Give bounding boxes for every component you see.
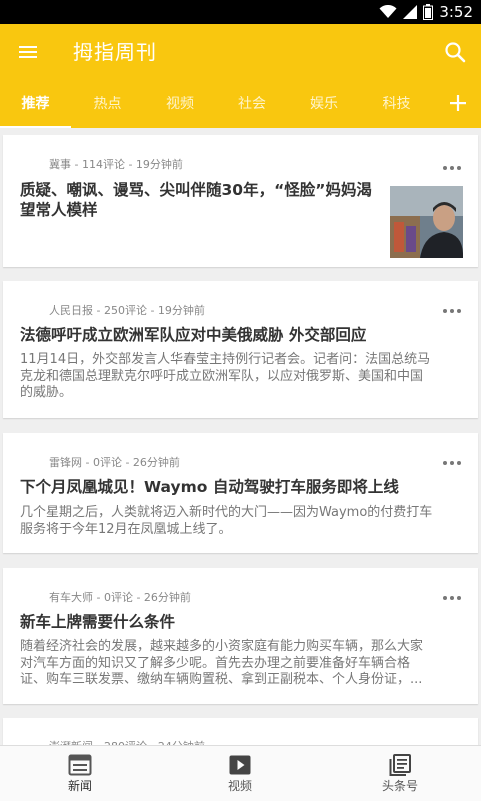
news-card[interactable]: 澎湃新闻 - 280评论 - 24分钟前 (3, 718, 478, 746)
nav-video[interactable]: 视频 (200, 746, 280, 801)
summary-line: 证、购车三联发票、缴纳车辆购置税、拿到正副税本、个人身份证，... (20, 672, 423, 687)
tab-society[interactable]: 社会 (216, 80, 288, 128)
video-play-icon (229, 755, 251, 775)
category-tab-bar: 推荐 热点 视频 社会 娱乐 科技 (0, 80, 481, 128)
news-card[interactable]: 人民日报 - 250评论 - 19分钟前 法德呼吁成立欧洲军队应对中美俄威胁 外… (3, 281, 478, 418)
nav-subscriptions[interactable]: 头条号 (360, 746, 440, 801)
tab-tech[interactable]: 科技 (360, 80, 433, 128)
nav-news[interactable]: 新闻 (40, 746, 120, 801)
summary-line: 的威胁。 (20, 385, 73, 400)
article-title[interactable]: 下个月凤凰城见！Waymo 自动驾驶打车服务即将上线 (20, 477, 399, 497)
add-channel-icon[interactable] (443, 88, 473, 118)
status-time: 3:52 (439, 3, 473, 21)
article-summary: 几个星期之后，人类就将迈入新时代的大门——因为Waymo的付费打车 服务将于今年… (20, 505, 460, 538)
article-title[interactable]: 法德呼吁成立欧洲军队应对中美俄威胁 外交部回应 (20, 325, 366, 345)
article-title-line[interactable]: 望常人模样 (20, 200, 98, 220)
tab-video[interactable]: 视频 (144, 80, 216, 128)
app-title: 拇指周刊 (73, 40, 157, 64)
summary-line: 11月14日，外交部发言人华春莹主持例行记者会。记者问：法国总统马 (20, 352, 431, 367)
news-card[interactable]: 雷锋网 - 0评论 - 26分钟前 下个月凤凰城见！Waymo 自动驾驶打车服务… (3, 433, 478, 553)
search-icon[interactable] (441, 38, 469, 66)
battery-icon (423, 4, 434, 20)
status-icons: 3:52 (379, 3, 473, 21)
summary-line: 对汽车方面的知识又了解多少呢。首先去办理之前要准备好车辆合格 (20, 655, 411, 671)
more-options-icon[interactable] (442, 593, 462, 603)
article-title[interactable]: 新车上牌需要什么条件 (20, 612, 175, 632)
article-summary: 随着经济社会的发展，越来越多的小资家庭有能力购买车辆，那么大家 对汽车方面的知识… (20, 639, 460, 689)
status-bar: 3:52 (0, 0, 481, 24)
article-summary: 11月14日，外交部发言人华春莹主持例行记者会。记者问：法国总统马 克龙和德国总… (20, 352, 460, 402)
summary-line: 克龙和德国总理默克尔呼吁成立欧洲军队，以应对俄罗斯、美国和中国 (20, 368, 424, 384)
nav-label: 新闻 (67, 779, 92, 793)
news-card[interactable]: 冀事 - 114评论 - 19分钟前 质疑、嘲讽、谩骂、尖叫伴随30年，“怪脸”… (3, 135, 478, 267)
nav-label: 头条号 (381, 779, 418, 793)
tab-recommended[interactable]: 推荐 (0, 80, 71, 128)
tab-entertainment[interactable]: 娱乐 (288, 80, 360, 128)
nav-label: 视频 (227, 779, 252, 793)
cell-signal-icon (403, 5, 418, 19)
article-thumbnail[interactable] (390, 186, 463, 258)
summary-line: 服务将于今年12月在凤凰城上线了。 (20, 521, 232, 537)
wifi-icon (379, 5, 397, 18)
article-meta: 人民日报 - 250评论 - 19分钟前 (49, 304, 205, 317)
article-title-line[interactable]: 质疑、嘲讽、谩骂、尖叫伴随30年，“怪脸”妈妈渴 (20, 180, 372, 200)
article-meta: 雷锋网 - 0评论 - 26分钟前 (49, 456, 180, 469)
news-icon (68, 754, 92, 776)
article-meta: 冀事 - 114评论 - 19分钟前 (49, 158, 183, 171)
news-feed[interactable]: 冀事 - 114评论 - 19分钟前 质疑、嘲讽、谩骂、尖叫伴随30年，“怪脸”… (0, 128, 481, 746)
more-options-icon[interactable] (442, 163, 462, 173)
bottom-navigation: 新闻 视频 头条号 (0, 745, 481, 801)
article-meta: 有车大师 - 0评论 - 26分钟前 (49, 591, 191, 604)
summary-line: 随着经济社会的发展，越来越多的小资家庭有能力购买车辆，那么大家 (20, 639, 424, 654)
tab-hot[interactable]: 热点 (71, 80, 144, 128)
more-options-icon[interactable] (442, 458, 462, 468)
summary-line: 几个星期之后，人类就将迈入新时代的大门——因为Waymo的付费打车 (20, 505, 433, 520)
menu-icon[interactable] (14, 38, 42, 66)
news-card[interactable]: 有车大师 - 0评论 - 26分钟前 新车上牌需要什么条件 随着经济社会的发展，… (3, 568, 478, 704)
more-options-icon[interactable] (442, 306, 462, 316)
app-bar: 拇指周刊 (0, 24, 481, 80)
subscriptions-icon (389, 754, 411, 776)
